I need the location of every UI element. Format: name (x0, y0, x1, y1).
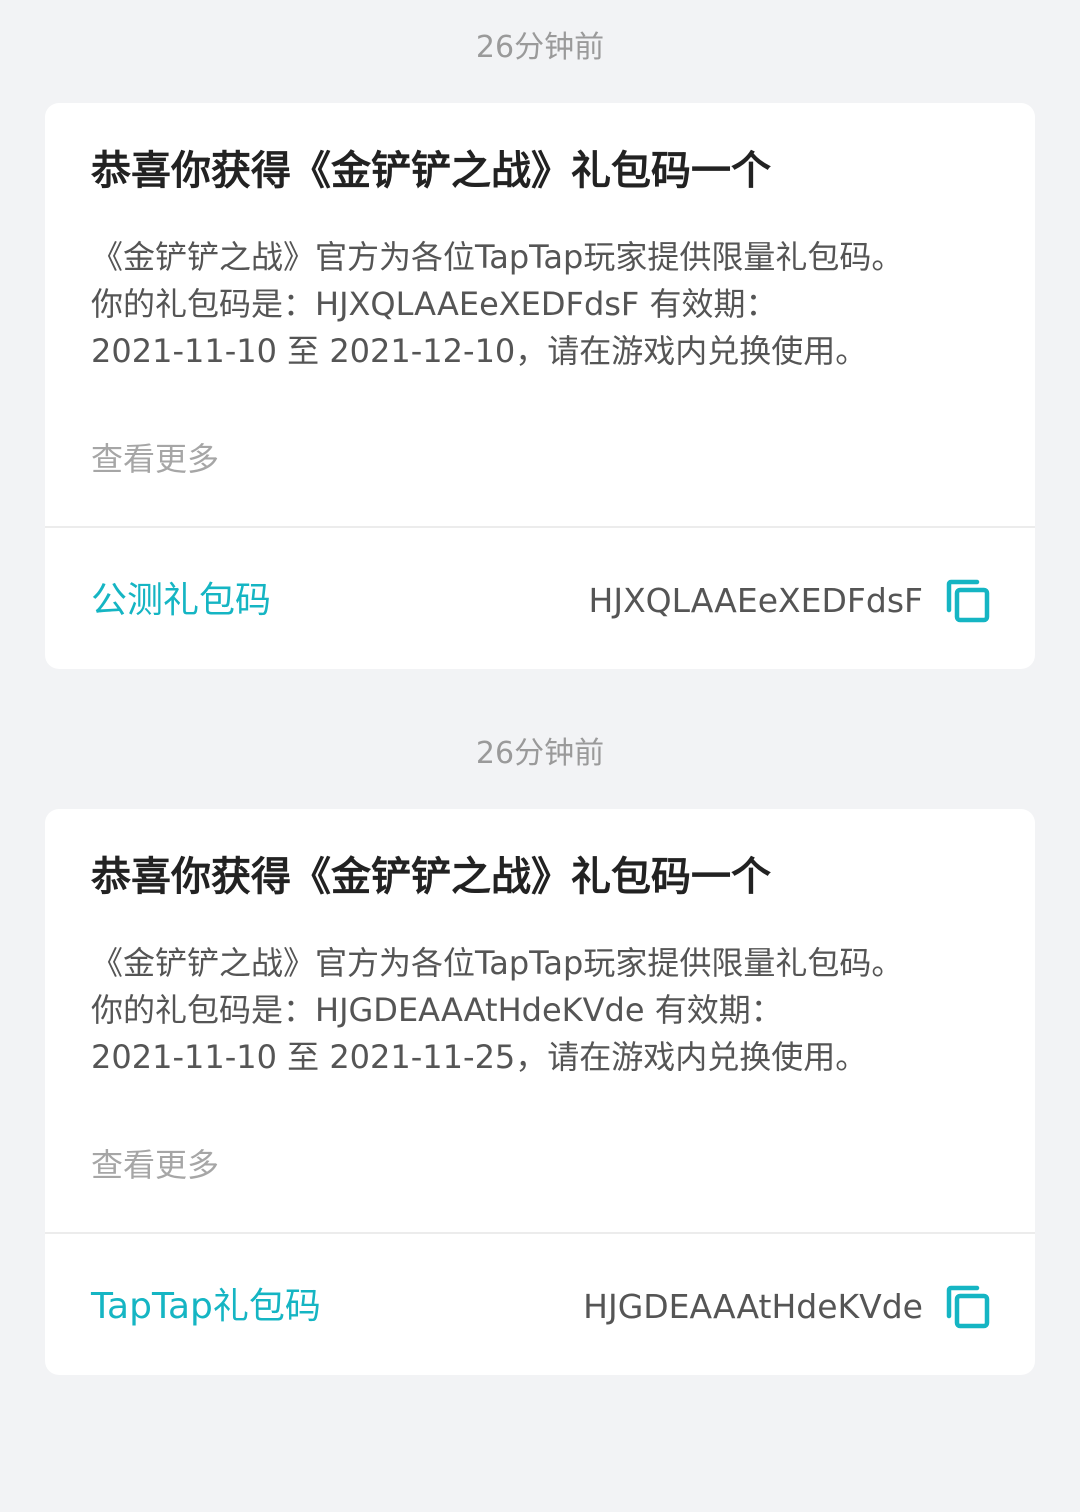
card-title: 恭喜你获得《金铲铲之战》礼包码一个 (91, 148, 771, 194)
card-body-line: 你的礼包码是：HJXQLAAEeXEDFdsF 有效期： (91, 285, 778, 323)
card-body-line: 2021-11-10 至 2021-11-25，请在游戏内兑换使用。 (91, 1038, 868, 1076)
copy-icon[interactable] (945, 1284, 991, 1330)
card-body: 《金铲铲之战》官方为各位TapTap玩家提供限量礼包码。 你的礼包码是：HJGD… (91, 940, 1011, 1081)
gift-code-row: TapTap礼包码 HJGDEAAAtHdeKVde (45, 1234, 1035, 1375)
gift-code-value: HJGDEAAAtHdeKVde (583, 1287, 923, 1326)
card-body-line: 《金铲铲之战》官方为各位TapTap玩家提供限量礼包码。 (91, 944, 904, 982)
card-body-line: 《金铲铲之战》官方为各位TapTap玩家提供限量礼包码。 (91, 238, 904, 276)
copy-icon[interactable] (945, 578, 991, 624)
gift-code-row: 公测礼包码 HJXQLAAEeXEDFdsF (45, 528, 1035, 669)
gift-code-card[interactable]: 恭喜你获得《金铲铲之战》礼包码一个 《金铲铲之战》官方为各位TapTap玩家提供… (45, 809, 1035, 1375)
gift-code-type-label: TapTap礼包码 (91, 1286, 321, 1327)
card-body-line: 2021-11-10 至 2021-12-10，请在游戏内兑换使用。 (91, 332, 868, 370)
card-title: 恭喜你获得《金铲铲之战》礼包码一个 (91, 854, 771, 900)
card-body: 《金铲铲之战》官方为各位TapTap玩家提供限量礼包码。 你的礼包码是：HJXQ… (91, 234, 1011, 375)
gift-code-card[interactable]: 恭喜你获得《金铲铲之战》礼包码一个 《金铲铲之战》官方为各位TapTap玩家提供… (45, 103, 1035, 669)
card-body-line: 你的礼包码是：HJGDEAAAtHdeKVde 有效期： (91, 991, 783, 1029)
see-more-link[interactable]: 查看更多 (91, 1142, 219, 1188)
message-timestamp: 26分钟前 (475, 30, 605, 65)
gift-code-value: HJXQLAAEeXEDFdsF (588, 581, 923, 620)
message-feed: 26分钟前 恭喜你获得《金铲铲之战》礼包码一个 《金铲铲之战》官方为各位TapT… (0, 0, 1080, 1512)
see-more-link[interactable]: 查看更多 (91, 436, 219, 482)
gift-code-type-label: 公测礼包码 (91, 580, 272, 621)
message-timestamp: 26分钟前 (475, 736, 605, 771)
